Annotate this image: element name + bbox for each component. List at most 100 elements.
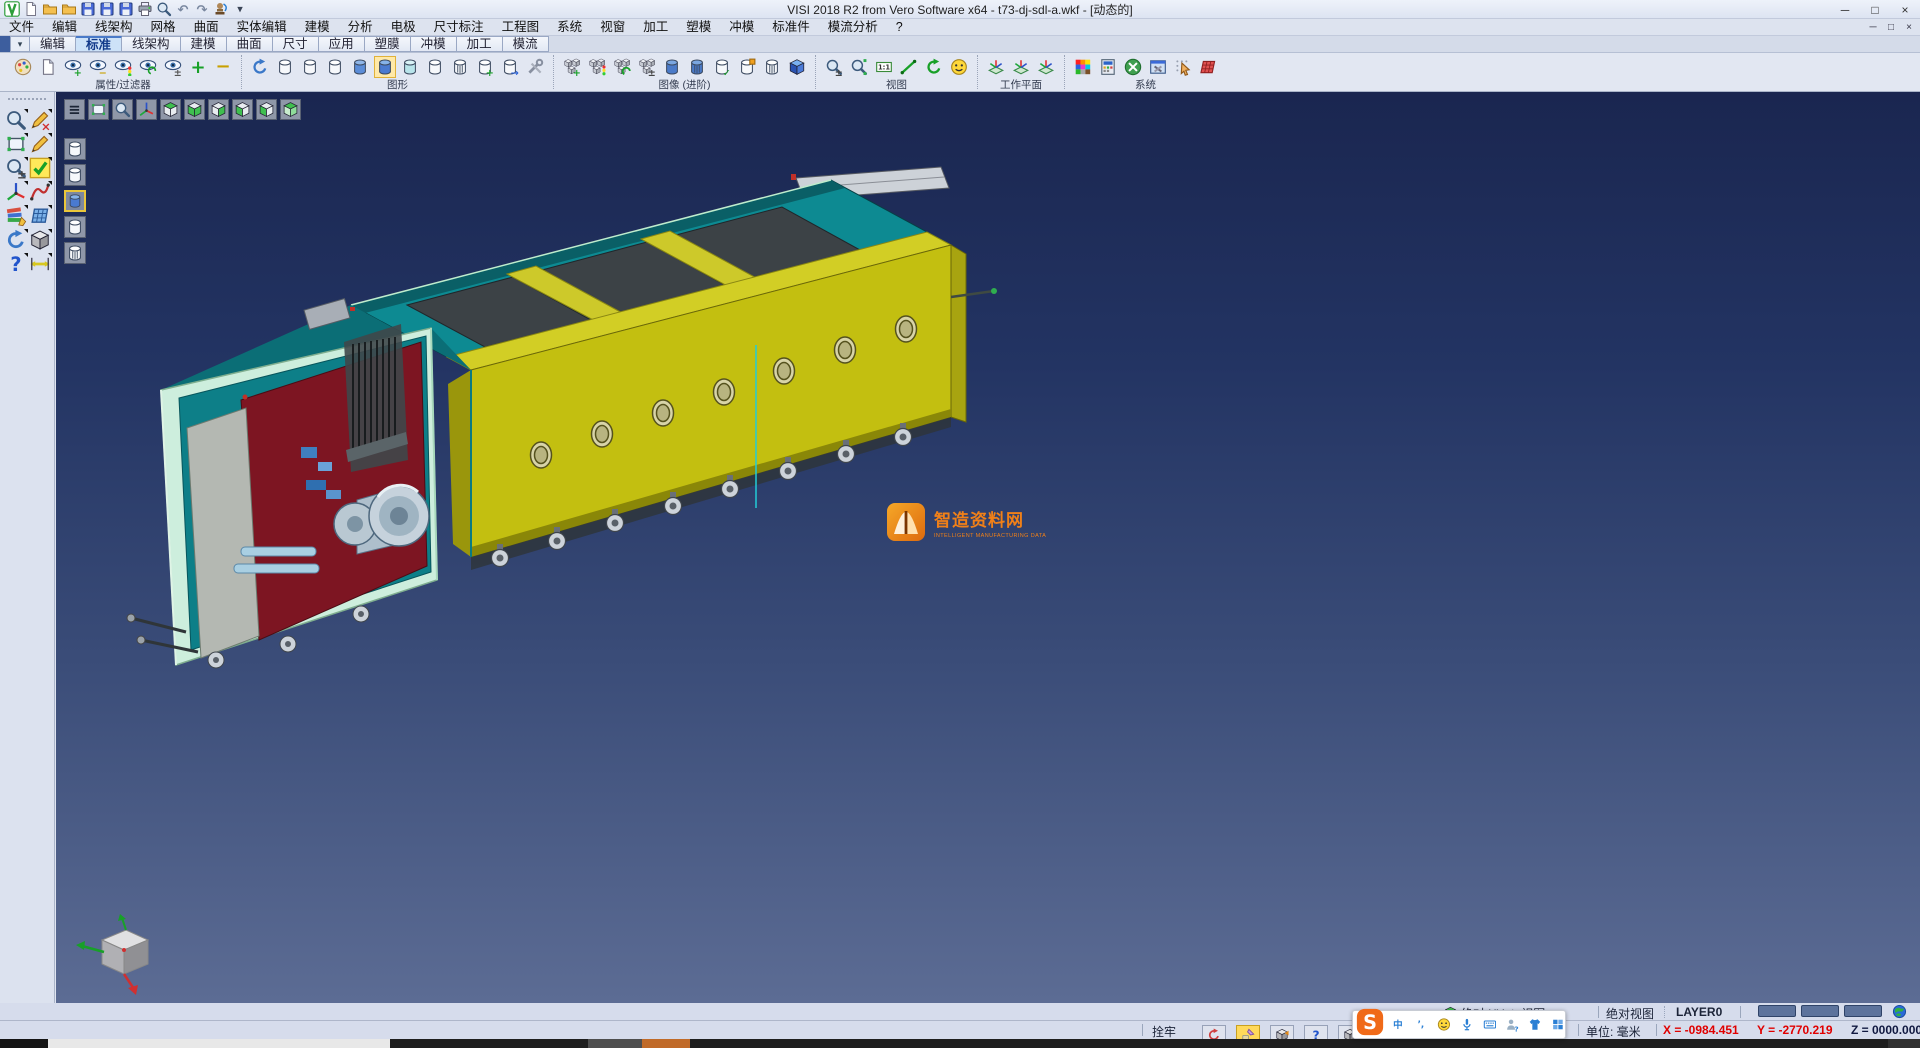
help-question[interactable]: ? [5,253,27,275]
menu-item-10[interactable]: 尺寸标注 [425,19,493,36]
menu-item-8[interactable]: 分析 [339,19,382,36]
solid-cube[interactable] [29,229,51,251]
tab-6[interactable]: 尺寸 [273,36,319,52]
measure-distance[interactable] [29,253,51,275]
pick-hand[interactable] [1172,56,1194,78]
menu-item-18[interactable]: 模流分析 [819,19,887,36]
cylinder-blue[interactable] [349,56,371,78]
zoom-plusminus[interactable]: ± [823,56,845,78]
solids-traffic[interactable] [586,56,608,78]
solids-refresh[interactable] [611,56,633,78]
cylinder-check[interactable]: ✓ [711,56,733,78]
cylinder-copy-add[interactable]: + [474,56,496,78]
menu-item-4[interactable]: 网格 [142,19,185,36]
emoji-face[interactable] [1437,1017,1451,1032]
tab-9[interactable]: 冲模 [411,36,457,52]
globe-icon[interactable] [1892,1004,1907,1019]
sheet-grid[interactable] [29,205,51,227]
close-button[interactable]: × [1890,0,1920,19]
menu-item-14[interactable]: 加工 [634,19,677,36]
smiley-render[interactable] [948,56,970,78]
zoom-extents[interactable] [848,56,870,78]
workplane-dynamic[interactable] [1035,56,1057,78]
menu-item-16[interactable]: 冲模 [720,19,763,36]
attr-palette[interactable] [12,56,34,78]
snap-lock-label[interactable]: 拴牢 [1152,1023,1176,1040]
shaded-cube[interactable] [786,56,808,78]
move-axes[interactable] [5,181,27,203]
attr-copy-page[interactable] [37,56,59,78]
skin-shirt[interactable] [1528,1017,1542,1032]
active-layer-status[interactable]: LAYER0 [1676,1005,1722,1019]
cylinder-blue-active[interactable] [374,56,396,78]
open-folder[interactable] [42,1,58,17]
grid-plane-red[interactable] [1197,56,1219,78]
zoom-one-to-one[interactable]: 1:1 [873,56,895,78]
visi-logo[interactable] [4,1,20,17]
zoom-search[interactable] [5,109,27,131]
eye-hide-remove[interactable]: − [87,56,109,78]
doc-restore-button[interactable]: □ [1882,19,1900,36]
spline-edit[interactable] [29,181,51,203]
print-preview[interactable] [156,1,172,17]
quick-show-plus[interactable]: + [187,56,209,78]
minimize-button[interactable]: ─ [1830,0,1860,19]
workplane-align[interactable] [1010,56,1032,78]
rect-select[interactable] [5,133,27,155]
tab-2[interactable]: 标准 [76,36,122,52]
confirm-check[interactable] [29,157,51,179]
view-mode-status[interactable]: 绝对视图 [1606,1005,1654,1022]
shade-tools[interactable] [524,56,546,78]
cylinder-mesh[interactable] [761,56,783,78]
menu-item-3[interactable]: 线架构 [86,19,142,36]
cylinder-cyan[interactable] [399,56,421,78]
redo-arrow[interactable]: ↷ [194,1,210,17]
cylinder-clip[interactable] [736,56,758,78]
eye-traffic[interactable] [112,56,134,78]
menu-item-19[interactable]: ? [887,19,912,36]
doc-close-button[interactable]: × [1900,19,1918,36]
model-3d-mold-assembly[interactable] [56,92,1056,732]
eye-plusminus[interactable]: ± [162,56,184,78]
sogou-ime-toolbar[interactable]: S中’,? [1352,1010,1566,1039]
tab-dropdown-button[interactable]: ▾ [10,36,30,52]
menu-item-1[interactable]: 文件 [0,19,43,36]
menu-item-13[interactable]: 视窗 [591,19,634,36]
tab-11[interactable]: 模流 [503,36,549,52]
eye-show-add[interactable]: + [62,56,84,78]
macro-stamp[interactable] [213,1,229,17]
quick-hide-minus[interactable]: − [212,56,234,78]
toolbox-grid[interactable] [1551,1017,1565,1032]
tab-5[interactable]: 曲面 [227,36,273,52]
new-page[interactable] [23,1,39,17]
redraw-refresh[interactable] [249,56,271,78]
tab-3[interactable]: 线架构 [122,36,181,52]
tab-10[interactable]: 加工 [457,36,503,52]
keyboard-soft[interactable] [1483,1017,1497,1032]
menu-item-11[interactable]: 工程图 [493,19,549,36]
save-floppy[interactable] [80,1,96,17]
print-printer[interactable] [137,1,153,17]
cylinder-move-arrow[interactable]: → [499,56,521,78]
menu-item-7[interactable]: 建模 [296,19,339,36]
settings-calculator[interactable] [1097,56,1119,78]
saveall-floppy[interactable] [118,1,134,17]
color-grid[interactable] [1072,56,1094,78]
config-ball[interactable] [1122,56,1144,78]
tab-4[interactable]: 建模 [181,36,227,52]
sogou-logo[interactable]: S [1356,1008,1384,1036]
erase-pencil[interactable]: × [29,109,51,131]
menu-item-6[interactable]: 实体编辑 [228,19,296,36]
cylinder-striped[interactable] [449,56,471,78]
cylinder-solid-blue[interactable] [661,56,683,78]
undo-arrow[interactable]: ↶ [175,1,191,17]
cylinder-white-c[interactable] [324,56,346,78]
eye-refresh[interactable] [137,56,159,78]
menu-item-17[interactable]: 标准件 [763,19,819,36]
solids-show-add[interactable]: + [561,56,583,78]
window-config[interactable] [1147,56,1169,78]
solids-plusminus[interactable]: ± [636,56,658,78]
green-line-tool[interactable] [898,56,920,78]
saveas-floppy[interactable] [99,1,115,17]
cylinder-white-a[interactable] [274,56,296,78]
